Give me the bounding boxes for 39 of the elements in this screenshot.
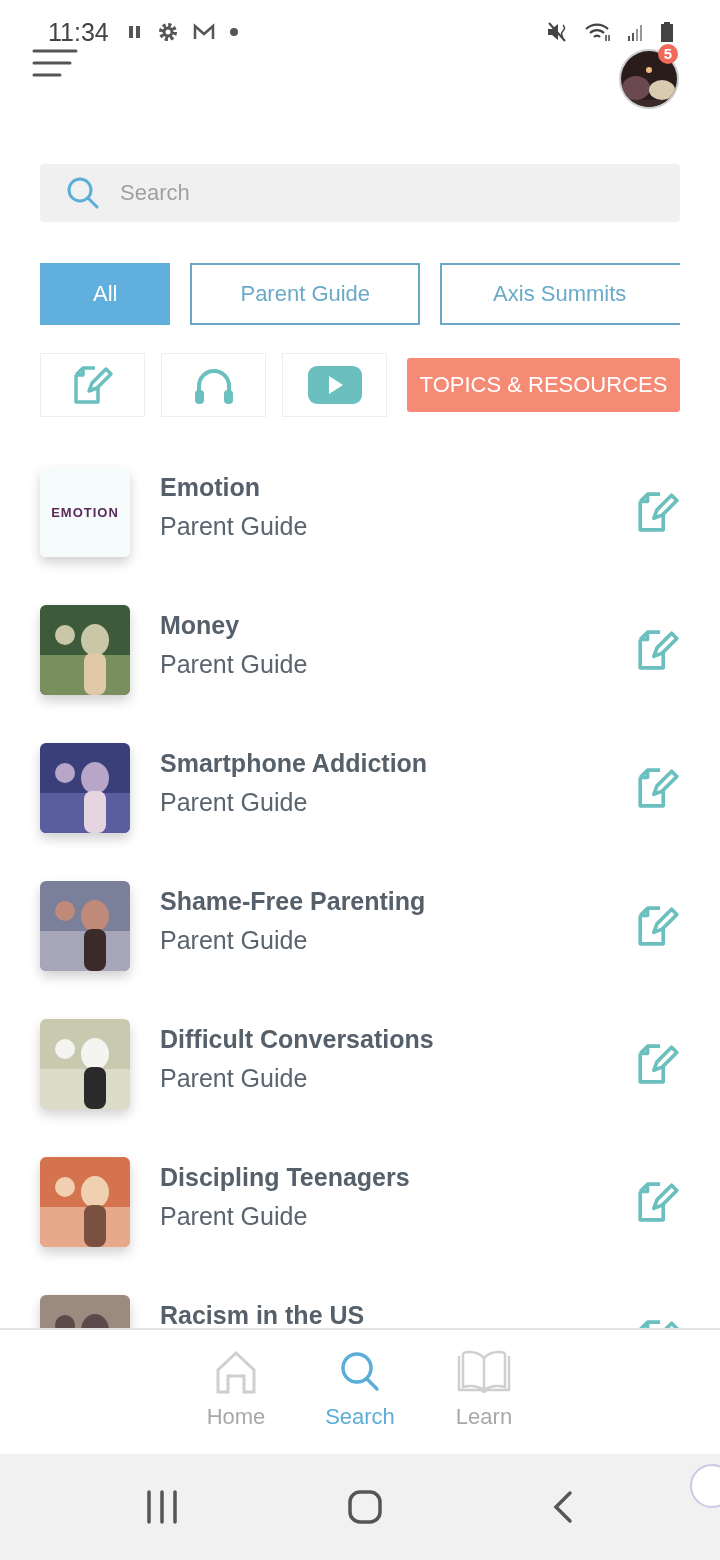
- home-button-icon[interactable]: [348, 1490, 382, 1524]
- notification-badge: 5: [658, 44, 678, 64]
- result-type: Parent Guide: [160, 926, 308, 955]
- dot-icon: [228, 27, 239, 37]
- result-title[interactable]: Smartphone Addiction: [160, 749, 428, 778]
- menu-icon[interactable]: [32, 48, 78, 78]
- mail-icon: [192, 23, 215, 41]
- result-title[interactable]: Racism in the US: [160, 1301, 365, 1328]
- guide-icon: [636, 905, 680, 947]
- result-title[interactable]: Money: [160, 611, 240, 640]
- back-icon[interactable]: [552, 1490, 574, 1524]
- play-icon: [306, 365, 363, 405]
- guide-icon: [636, 629, 680, 671]
- recent-apps-icon[interactable]: [146, 1490, 178, 1524]
- edit-document-icon: [71, 365, 114, 405]
- result-title[interactable]: Discipling Teenagers: [160, 1163, 410, 1192]
- result-title[interactable]: Difficult Conversations: [160, 1025, 434, 1054]
- result-type: Parent Guide: [160, 1202, 308, 1231]
- guide-icon: [636, 1181, 680, 1223]
- wifi-icon: [584, 21, 612, 43]
- home-icon: [214, 1350, 258, 1394]
- guide-icon: [636, 491, 680, 533]
- search-field[interactable]: Search: [40, 164, 680, 222]
- settings-icon: [156, 21, 179, 43]
- result-title[interactable]: Emotion: [160, 473, 260, 502]
- battery-icon: [660, 21, 674, 43]
- result-type: Parent Guide: [160, 788, 308, 817]
- result-title[interactable]: Shame-Free Parenting: [160, 887, 426, 916]
- result-type: Parent Guide: [160, 650, 308, 679]
- thumbnail-title: EMOTION: [51, 504, 119, 520]
- result-type: Parent Guide: [160, 1064, 308, 1093]
- pause-icon: [126, 25, 143, 39]
- book-icon: [456, 1350, 512, 1394]
- result-type: Parent Guide: [160, 512, 308, 541]
- guide-icon: [636, 767, 680, 809]
- search-icon: [66, 176, 100, 210]
- guide-icon: [636, 1043, 680, 1085]
- status-time: 11:34: [48, 17, 109, 47]
- search-icon: [338, 1350, 382, 1394]
